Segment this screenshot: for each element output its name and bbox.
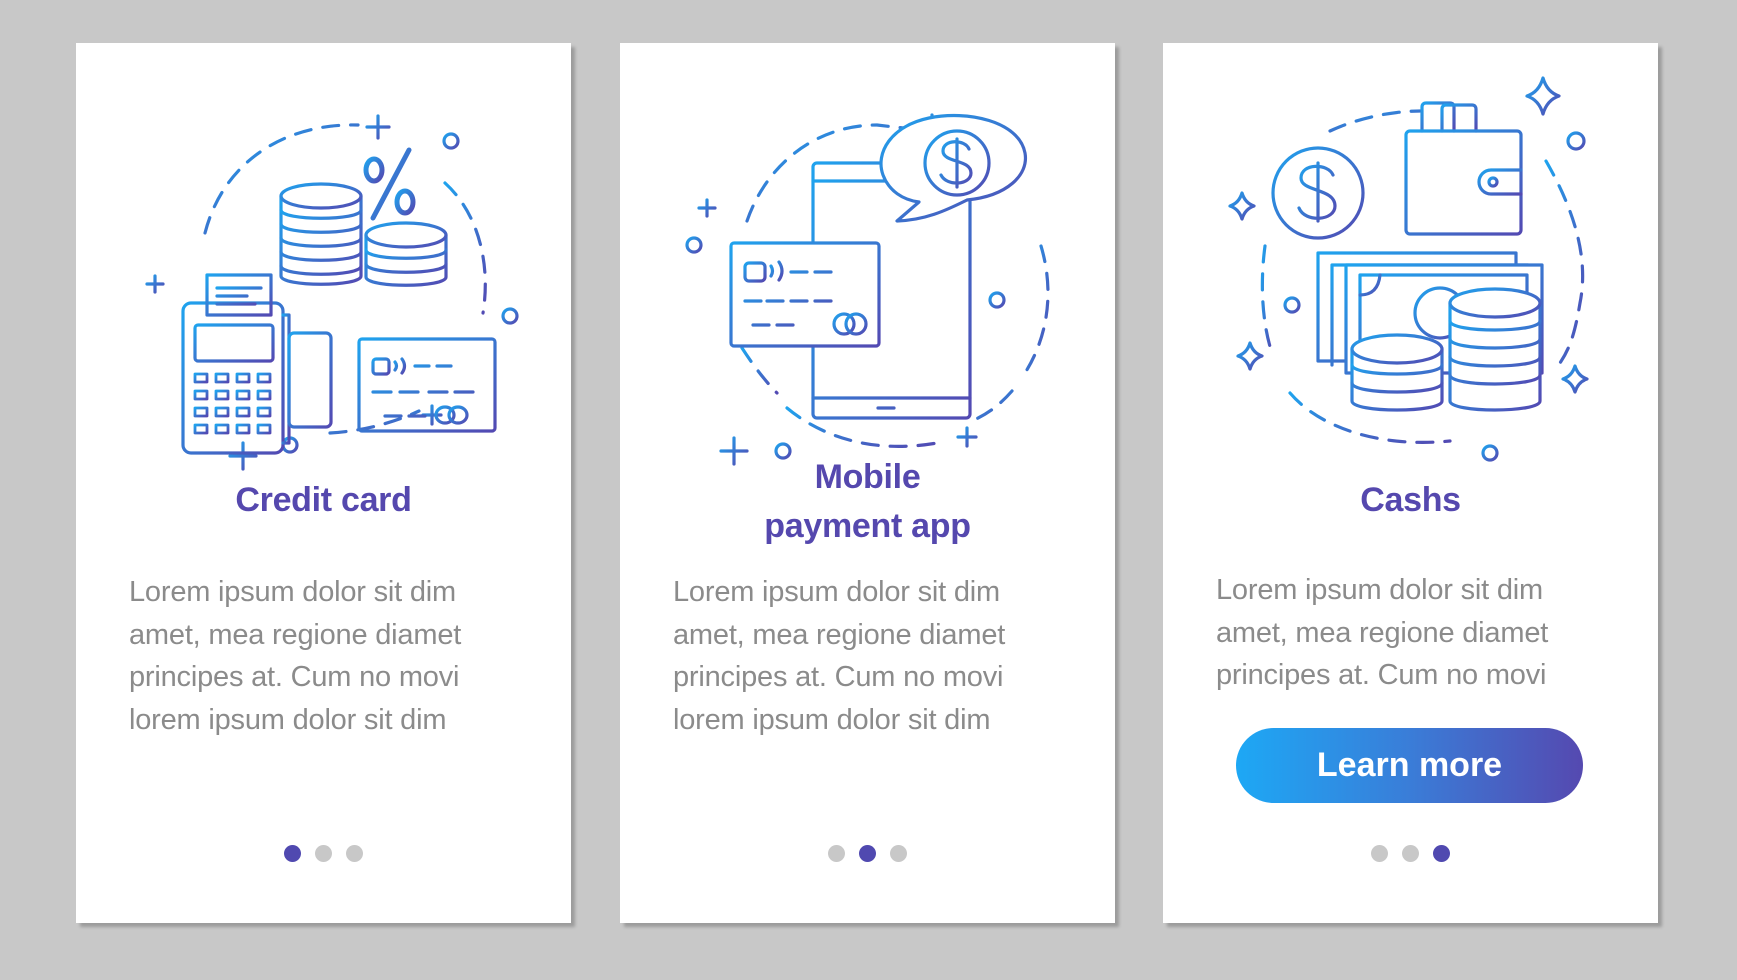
title-line: Cashs: [1360, 481, 1461, 519]
dollar-coin-icon: [1271, 146, 1365, 240]
page-dot-2[interactable]: [859, 845, 876, 862]
circle-decor-icon: [988, 291, 1006, 309]
sparkle-icon: [1228, 191, 1256, 221]
pagination-dots: [76, 845, 571, 862]
page-dot-1[interactable]: [828, 845, 845, 862]
plus-icon: [697, 198, 717, 218]
circle-decor-icon: [442, 132, 460, 150]
page-dot-1[interactable]: [1371, 845, 1388, 862]
coin-stack-icon: [279, 182, 363, 286]
circle-decor-icon: [1481, 444, 1499, 462]
circle-decor-icon: [1283, 296, 1301, 314]
screen-title: Cashs: [1163, 476, 1658, 525]
screen-description: Lorem ipsum dolor sit dim amet, mea regi…: [1216, 569, 1616, 697]
page-dot-2[interactable]: [1402, 845, 1419, 862]
plus-icon: [145, 274, 165, 294]
dollar-speech-bubble-icon: [879, 113, 1028, 223]
onboarding-card-credit-card: Credit card Lorem ipsum dolor sit dim am…: [76, 43, 571, 923]
page-dot-3[interactable]: [1433, 845, 1450, 862]
title-line: Credit card: [235, 481, 412, 519]
title-line: payment app: [764, 507, 971, 545]
description-line: lorem ipsum dolor sit dim: [129, 703, 447, 736]
circle-decor-icon: [501, 307, 519, 325]
circle-decor-icon: [1566, 131, 1586, 151]
pos-terminal-icon: [181, 273, 333, 455]
plus-icon: [365, 114, 391, 140]
description-line: amet, mea regione diamet: [673, 618, 1006, 651]
description-line: principes at. Cum no movi: [129, 661, 460, 693]
description-line: lorem ipsum dolor sit dim: [673, 703, 991, 736]
pagination-dots: [620, 845, 1115, 862]
wallet-icon: [1404, 101, 1523, 236]
credit-card-icon: [357, 337, 497, 433]
description-line: Lorem ipsum dolor sit dim: [673, 576, 1000, 608]
title-line: Mobile: [814, 458, 921, 496]
onboarding-card-cash: Cashs Lorem ipsum dolor sit dim amet, me…: [1163, 43, 1658, 923]
coin-stack-icon: [364, 221, 448, 287]
onboarding-card-mobile-payment: Mobile payment app Lorem ipsum dolor sit…: [620, 43, 1115, 923]
pagination-dots: [1163, 845, 1658, 862]
page-dot-2[interactable]: [315, 845, 332, 862]
learn-more-button[interactable]: Learn more: [1236, 728, 1583, 803]
description-line: amet, mea regione diamet: [129, 618, 462, 651]
description-line: Lorem ipsum dolor sit dim: [1216, 574, 1543, 606]
screen-title: Mobile payment app: [620, 453, 1115, 551]
description-line: amet, mea regione diamet: [1216, 616, 1549, 649]
circle-decor-icon: [685, 236, 703, 254]
plus-icon: [228, 441, 258, 471]
plus-icon: [956, 426, 978, 448]
credit-card-illustration: [123, 63, 523, 483]
screen-title: Credit card: [76, 476, 571, 525]
credit-card-icon: [729, 241, 881, 348]
description-line: Lorem ipsum dolor sit dim: [129, 576, 456, 608]
mobile-payment-illustration: [667, 63, 1067, 483]
page-dot-1[interactable]: [284, 845, 301, 862]
sparkle-icon: [1561, 364, 1589, 394]
coin-stack-icon: [1448, 287, 1542, 412]
screen-description: Lorem ipsum dolor sit dim amet, mea regi…: [129, 571, 529, 741]
sparkle-icon: [1525, 76, 1561, 116]
screen-description: Lorem ipsum dolor sit dim amet, mea regi…: [673, 571, 1073, 741]
cash-illustration: [1210, 63, 1610, 483]
percent-icon: [363, 147, 416, 221]
page-dot-3[interactable]: [890, 845, 907, 862]
sparkle-icon: [1236, 341, 1264, 371]
description-line: principes at. Cum no movi: [673, 661, 1004, 693]
page-dot-3[interactable]: [346, 845, 363, 862]
description-line: principes at. Cum no movi: [1216, 659, 1547, 691]
